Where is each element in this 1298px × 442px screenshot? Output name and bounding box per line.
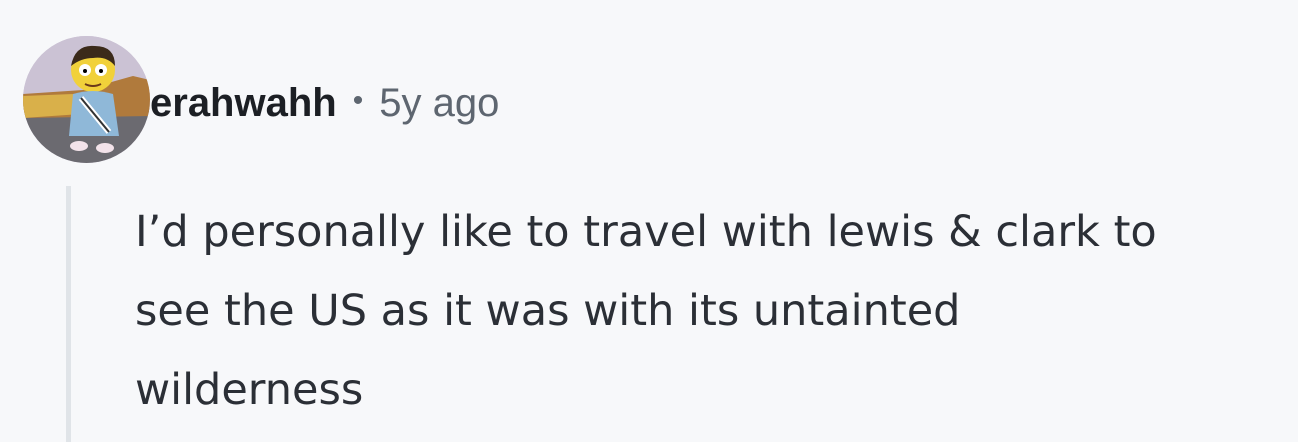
- comment-body-line: see the US as it was with its untainted: [135, 286, 961, 336]
- comment-meta: erahwahh • 5y ago: [150, 78, 499, 128]
- thread-line[interactable]: [66, 186, 71, 442]
- comment-body: I’d personally like to travel with lewis…: [135, 193, 1298, 430]
- meta-separator: •: [352, 84, 364, 117]
- comment-body-line: I’d personally like to travel with lewis…: [135, 207, 1157, 257]
- comment: erahwahh • 5y ago I’d personally like to…: [0, 0, 1298, 442]
- timestamp[interactable]: 5y ago: [379, 81, 499, 126]
- user-avatar-icon[interactable]: [23, 36, 150, 163]
- cartoon-character-avatar-icon: [23, 36, 150, 163]
- comment-body-line: wilderness: [135, 365, 364, 415]
- username-link[interactable]: erahwahh: [150, 81, 337, 126]
